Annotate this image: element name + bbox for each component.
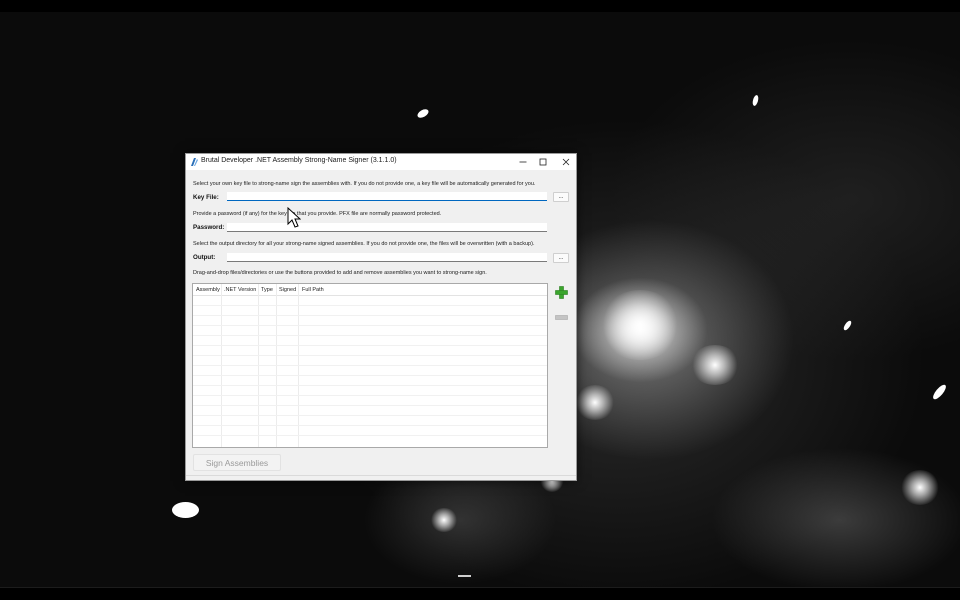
password-hint: Provide a password (if any) for the key … xyxy=(193,211,442,217)
minimize-icon xyxy=(519,161,527,163)
row-divider xyxy=(193,315,547,316)
close-button[interactable] xyxy=(555,154,577,170)
column-header-net-version[interactable]: .NET Version xyxy=(224,287,256,293)
row-divider xyxy=(193,385,547,386)
row-divider xyxy=(193,435,547,436)
wallpaper-glow xyxy=(600,290,680,360)
add-assembly-button[interactable] xyxy=(553,284,570,301)
window-title: Brutal Developer .NET Assembly Strong-Na… xyxy=(201,157,397,164)
app-window: Brutal Developer .NET Assembly Strong-Na… xyxy=(185,153,577,481)
remove-assembly-button[interactable] xyxy=(553,309,570,326)
row-divider xyxy=(193,425,547,426)
row-divider xyxy=(193,405,547,406)
column-header-signed[interactable]: Signed xyxy=(279,287,296,293)
assemblies-hint: Drag-and-drop files/directories or use t… xyxy=(193,270,487,276)
app-icon xyxy=(191,158,198,166)
sign-assemblies-button[interactable]: Sign Assemblies xyxy=(193,454,281,471)
wallpaper-petal xyxy=(931,382,948,402)
mouse-cursor-icon xyxy=(287,207,301,228)
wallpaper-petal xyxy=(172,502,199,518)
taskbar xyxy=(0,587,960,600)
password-label: Password: xyxy=(193,224,225,231)
column-header-type[interactable]: Type xyxy=(261,287,273,293)
column-header-full-path[interactable]: Full Path xyxy=(302,287,324,293)
keyfile-hint: Select your own key file to strong-name … xyxy=(193,181,536,187)
row-divider xyxy=(193,415,547,416)
wallpaper-petal xyxy=(842,319,853,332)
top-bar xyxy=(0,0,960,12)
column-header-assembly[interactable]: Assembly xyxy=(196,287,220,293)
keyfile-label: Key File: xyxy=(193,194,219,201)
wallpaper-petal xyxy=(416,107,430,120)
table-header: Assembly .NET Version Type Signed Full P… xyxy=(193,284,547,296)
plus-icon xyxy=(555,286,568,299)
wallpaper-glow xyxy=(900,470,940,505)
row-divider xyxy=(193,395,547,396)
row-divider xyxy=(193,305,547,306)
minus-icon xyxy=(555,315,568,320)
wallpaper-petal xyxy=(751,94,760,107)
keyfile-input[interactable] xyxy=(227,192,547,201)
wallpaper-glow xyxy=(575,385,615,420)
maximize-icon xyxy=(539,158,547,166)
output-label: Output: xyxy=(193,254,216,261)
wallpaper-glow xyxy=(690,345,740,385)
row-divider xyxy=(193,365,547,366)
status-divider xyxy=(186,475,576,476)
taskbar-indicator[interactable] xyxy=(458,575,471,577)
minimize-button[interactable] xyxy=(512,154,534,170)
title-bar[interactable]: Brutal Developer .NET Assembly Strong-Na… xyxy=(186,154,576,170)
password-input[interactable] xyxy=(227,223,547,232)
row-divider xyxy=(193,345,547,346)
keyfile-browse-button[interactable]: ... xyxy=(553,192,569,202)
output-input[interactable] xyxy=(227,253,547,262)
row-divider xyxy=(193,335,547,336)
output-browse-button[interactable]: ... xyxy=(553,253,569,263)
maximize-button[interactable] xyxy=(532,154,554,170)
row-divider xyxy=(193,355,547,356)
row-divider xyxy=(193,325,547,326)
wallpaper-glow xyxy=(430,508,458,532)
row-divider xyxy=(193,375,547,376)
output-hint: Select the output directory for all your… xyxy=(193,241,535,247)
close-icon xyxy=(562,158,570,166)
assemblies-table[interactable]: Assembly .NET Version Type Signed Full P… xyxy=(192,283,548,448)
